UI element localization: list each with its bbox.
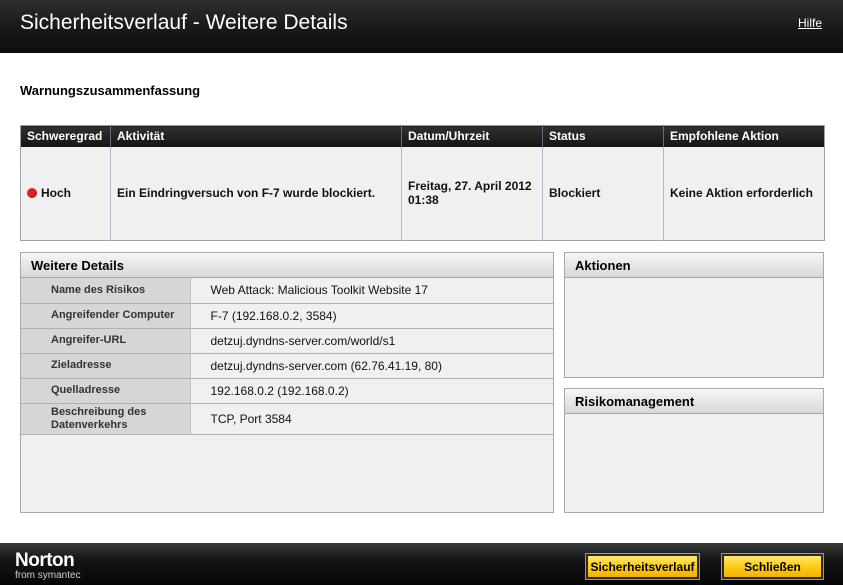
column-header-status: Status [542,125,664,147]
detail-row-attacking-computer: Angreifender Computer F-7 (192.168.0.2, … [21,303,553,329]
detail-row-source-address: Quelladresse 192.168.0.2 (192.168.0.2) [21,378,553,404]
summary-heading: Warnungszusammenfassung [20,83,201,98]
help-link[interactable]: Hilfe [798,16,822,30]
column-header-severity: Schweregrad [20,125,111,147]
severity-dot-icon [27,188,37,199]
detail-label: Name des Risikos [21,278,190,304]
detail-value: TCP, Port 3584 [189,403,553,435]
risk-management-panel-title: Risikomanagement [565,389,823,414]
norton-logo: Norton from symantec [15,551,81,581]
detail-label: Beschreibung des Datenverkehrs [21,403,190,435]
detail-row-traffic-description: Beschreibung des Datenverkehrs TCP, Port… [21,403,553,435]
detail-row-destination-address: Zieladresse detzuj.dyndns-server.com (62… [21,353,553,379]
detail-label: Zieladresse [21,353,190,379]
close-button[interactable]: Schließen [721,553,824,580]
table-row: Hoch Ein Eindringversuch von F-7 wurde b… [20,146,825,241]
footer-bar: Norton from symantec Sicherheitsverlauf … [0,543,843,585]
column-header-datetime: Datum/Uhrzeit [401,125,543,147]
details-table: Name des Risikos Web Attack: Malicious T… [21,278,553,435]
title-bar: Sicherheitsverlauf - Weitere Details Hil… [0,0,843,53]
column-header-recommended-action: Empfohlene Aktion [663,125,825,147]
logo-brand: Norton [15,550,75,571]
severity-label: Hoch [41,186,71,201]
detail-label: Angreifender Computer [21,303,190,329]
detail-row-risk-name: Name des Risikos Web Attack: Malicious T… [21,278,553,304]
alert-summary-table: Schweregrad Aktivität Datum/Uhrzeit Stat… [20,125,825,241]
details-panel-title: Weitere Details [21,253,553,278]
datetime-cell: Freitag, 27. April 2012 01:38 [401,146,543,241]
detail-value: detzuj.dyndns-server.com/world/s1 [189,328,553,354]
severity-cell: Hoch [20,146,111,241]
detail-label: Angreifer-URL [21,328,190,354]
table-header-row: Schweregrad Aktivität Datum/Uhrzeit Stat… [20,125,825,147]
actions-panel-title: Aktionen [565,253,823,278]
window-title: Sicherheitsverlauf - Weitere Details [20,11,348,34]
detail-value: detzuj.dyndns-server.com (62.76.41.19, 8… [189,353,553,379]
activity-cell: Ein Eindringversuch von F-7 wurde blocki… [110,146,402,241]
detail-value: 192.168.0.2 (192.168.0.2) [189,378,553,404]
status-cell: Blockiert [542,146,664,241]
detail-row-attacker-url: Angreifer-URL detzuj.dyndns-server.com/w… [21,328,553,354]
recommended-action-cell: Keine Aktion erforderlich [663,146,825,241]
column-header-activity: Aktivität [110,125,402,147]
details-panel: Weitere Details Name des Risikos Web Att… [20,252,554,513]
security-history-button[interactable]: Sicherheitsverlauf [585,553,700,580]
actions-panel: Aktionen [564,252,824,378]
logo-subtitle: from symantec [15,570,81,581]
risk-management-panel: Risikomanagement [564,388,824,513]
detail-value: Web Attack: Malicious Toolkit Website 17 [189,278,553,304]
detail-label: Quelladresse [21,378,190,404]
detail-value: F-7 (192.168.0.2, 3584) [189,303,553,329]
